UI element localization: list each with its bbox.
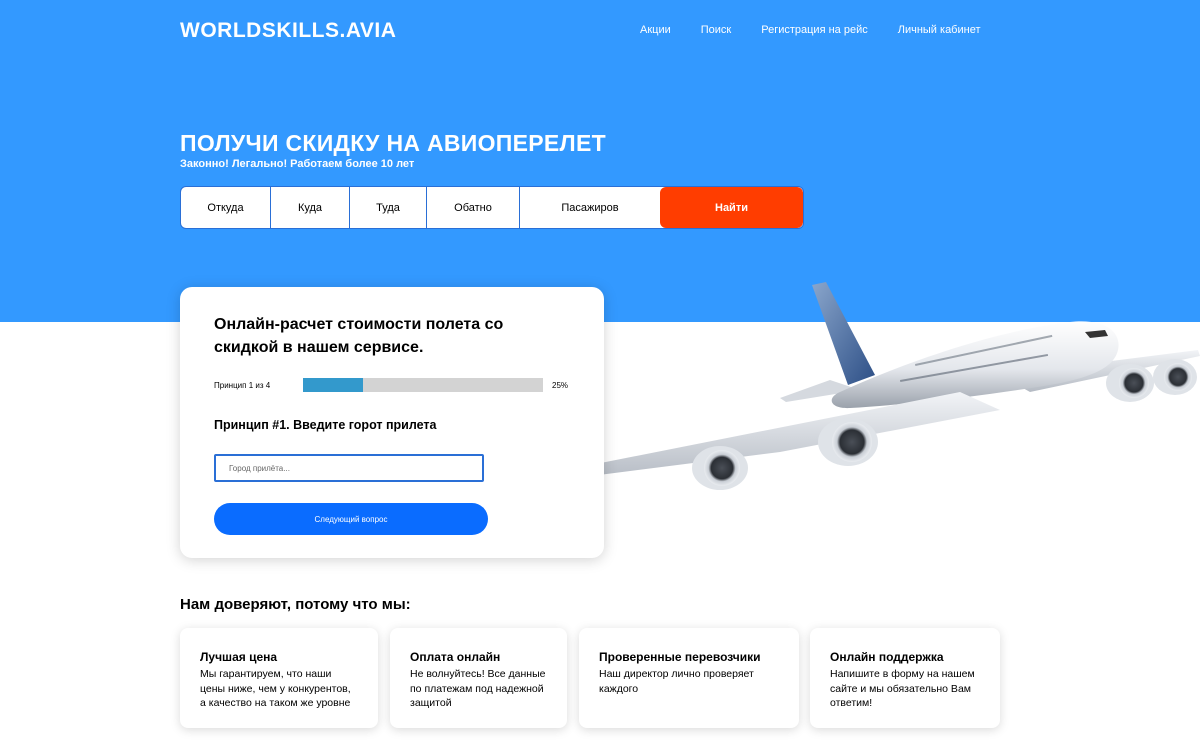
feature-text: Не волнуйтесь! Все данные по платежам по… <box>410 668 546 709</box>
feature-text: Наш директор лично проверяет каждого <box>599 668 754 695</box>
progress-label: Принцип 1 из 4 <box>214 381 271 390</box>
calculator-title: Онлайн-расчет стоимости полета со скидко… <box>214 316 504 356</box>
feature-text: Мы гарантируем, что наши цены ниже, чем … <box>200 668 351 709</box>
feature-card-best-price: Лучшая цена Мы гарантируем, что наши цен… <box>180 628 378 728</box>
nav-search[interactable]: Поиск <box>701 24 731 36</box>
feature-text: Напишите в форму на нашем сайте и мы обя… <box>830 668 975 709</box>
to-field[interactable]: Куда <box>271 187 350 228</box>
hero-title: ПОЛУЧИ СКИДКУ НА АВИОПЕРЕЛЕТ <box>180 130 606 156</box>
from-field[interactable]: Откуда <box>181 187 271 228</box>
passengers-field[interactable]: Пасажиров <box>520 187 660 228</box>
trust-heading: Нам доверяют, потому что мы: <box>180 596 411 613</box>
progress-bar <box>303 378 543 392</box>
price-calculator-card: Онлайн-расчет стоимости полета со скидко… <box>180 287 604 558</box>
progress-percent: 25% <box>552 381 569 390</box>
feature-title: Онлайн поддержка <box>830 650 944 664</box>
return-date-field[interactable]: Обатно <box>427 187 520 228</box>
feature-title: Проверенные перевозчики <box>599 650 761 664</box>
search-button[interactable]: Найти <box>660 187 803 228</box>
feature-title: Лучшая цена <box>200 650 278 664</box>
feature-title: Оплата онлайн <box>410 650 501 664</box>
departure-date-field[interactable]: Туда <box>350 187 427 228</box>
hero-subtitle: Законно! Легально! Работаем более 10 лет <box>180 158 415 170</box>
nav-account[interactable]: Личный кабинет <box>898 24 981 36</box>
airplane-image <box>538 282 1200 492</box>
feature-card-online-support: Онлайн поддержка Напишите в форму на наш… <box>810 628 1000 728</box>
site-logo[interactable]: WORLDSKILLS.AVIA <box>180 19 396 43</box>
progress-bar-fill <box>303 378 363 392</box>
feature-card-verified-carriers: Проверенные перевозчики Наш директор лич… <box>579 628 799 728</box>
flight-search-bar: Откуда Куда Туда Обатно Пасажиров Найти <box>180 186 804 229</box>
nav-check-in[interactable]: Регистрация на рейс <box>761 24 868 36</box>
question-title: Принцип #1. Введите горот прилета <box>214 418 437 432</box>
feature-card-online-payment: Оплата онлайн Не волнуйтесь! Все данные … <box>390 628 567 728</box>
next-question-button[interactable]: Следующий вопрос <box>214 503 488 535</box>
main-nav: Акции Поиск Регистрация на рейс Личный к… <box>640 24 981 36</box>
nav-promotions[interactable]: Акции <box>640 24 671 36</box>
arrival-city-input[interactable] <box>214 454 484 482</box>
